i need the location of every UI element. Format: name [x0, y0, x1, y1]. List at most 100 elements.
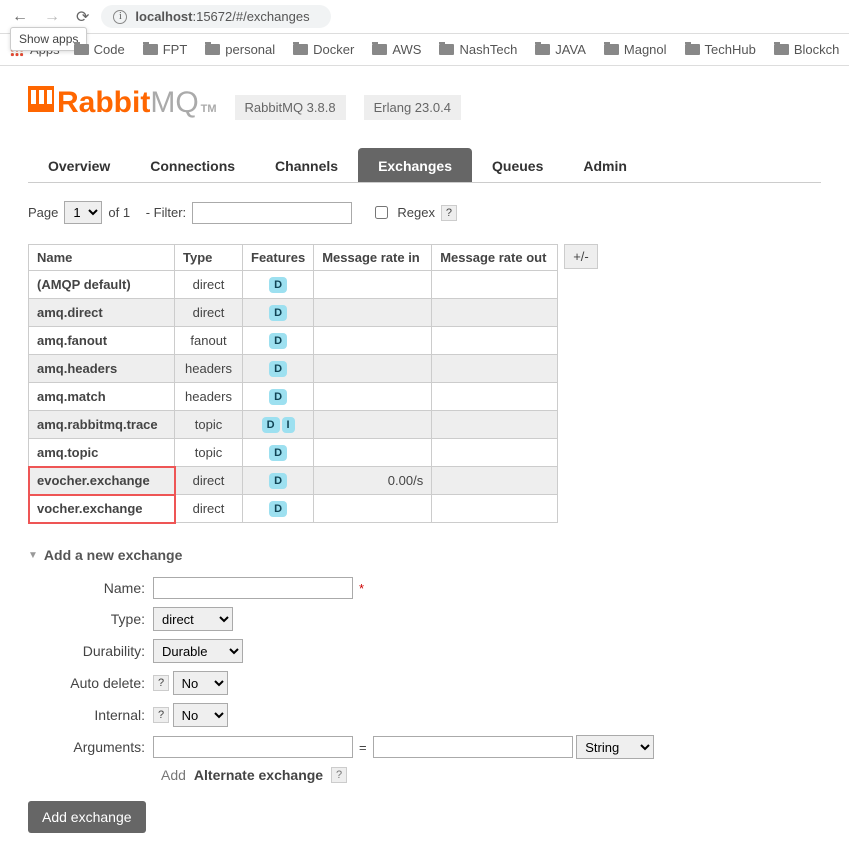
tab-channels[interactable]: Channels: [255, 148, 358, 182]
tab-exchanges[interactable]: Exchanges: [358, 148, 472, 182]
back-button[interactable]: ←: [8, 6, 32, 28]
exchange-features-cell: D: [243, 383, 314, 411]
table-row: amq.fanoutfanout D: [29, 327, 558, 355]
column-header[interactable]: Name: [29, 245, 175, 271]
argument-value-input[interactable]: [373, 736, 573, 758]
argument-key-input[interactable]: [153, 736, 353, 758]
regex-checkbox[interactable]: [375, 206, 388, 219]
rate-in-cell: [314, 439, 432, 467]
internal-select[interactable]: No: [173, 703, 228, 727]
bookmark-folder[interactable]: personal: [205, 42, 275, 57]
rate-in-cell: [314, 495, 432, 523]
tab-overview[interactable]: Overview: [28, 148, 130, 182]
autodelete-help[interactable]: ?: [153, 675, 169, 691]
autodelete-select[interactable]: No: [173, 671, 228, 695]
filter-input[interactable]: [192, 202, 352, 224]
forward-button[interactable]: →: [40, 6, 64, 28]
column-header[interactable]: Features: [243, 245, 314, 271]
bookmark-folder[interactable]: NashTech: [439, 42, 517, 57]
rate-out-cell: [432, 411, 558, 439]
exchange-features-cell: DI: [243, 411, 314, 439]
tab-queues[interactable]: Queues: [472, 148, 563, 182]
add-argument-link[interactable]: Add: [161, 767, 186, 783]
column-header[interactable]: Message rate in: [314, 245, 432, 271]
bookmark-folder[interactable]: Blockch: [774, 42, 839, 57]
table-row: amq.headersheadersD: [29, 355, 558, 383]
bookmark-folder[interactable]: TechHub: [685, 42, 756, 57]
section-title: Add a new exchange: [44, 547, 182, 563]
internal-help[interactable]: ?: [153, 707, 169, 723]
argument-type-select[interactable]: String: [576, 735, 654, 759]
exchange-name-cell[interactable]: amq.direct: [29, 299, 175, 327]
alternate-exchange-link[interactable]: Alternate exchange: [194, 767, 323, 783]
feature-tag: D: [269, 333, 287, 349]
exchange-name-cell[interactable]: amq.rabbitmq.trace: [29, 411, 175, 439]
exchange-name-cell[interactable]: vocher.exchange: [29, 495, 175, 523]
logo-tm: TM: [201, 103, 217, 115]
exchange-name-cell[interactable]: amq.topic: [29, 439, 175, 467]
durability-select[interactable]: Durable: [153, 639, 243, 663]
folder-icon: [604, 44, 619, 55]
rate-in-cell: [314, 411, 432, 439]
rate-in-cell: [314, 355, 432, 383]
version-erlang: Erlang 23.0.4: [364, 95, 461, 120]
add-exchange-section[interactable]: ▼ Add a new exchange: [28, 547, 821, 563]
folder-icon: [372, 44, 387, 55]
internal-label: Internal:: [28, 707, 153, 723]
exchange-type-cell: direct: [175, 271, 243, 299]
rate-out-cell: [432, 327, 558, 355]
exchange-type-cell: fanout: [175, 327, 243, 355]
feature-tag: D: [269, 277, 287, 293]
exchange-type-cell: topic: [175, 439, 243, 467]
table-row: amq.rabbitmq.tracetopicDI: [29, 411, 558, 439]
exchange-name-cell[interactable]: evocher.exchange: [29, 467, 175, 495]
bookmark-folder[interactable]: Magnol: [604, 42, 667, 57]
regex-label: Regex: [397, 205, 435, 220]
name-input[interactable]: [153, 577, 353, 599]
url-bar[interactable]: i localhost:15672/#/exchanges: [101, 5, 331, 28]
site-info-icon[interactable]: i: [113, 10, 127, 24]
exchange-name-cell[interactable]: amq.fanout: [29, 327, 175, 355]
rate-out-cell: [432, 271, 558, 299]
tab-admin[interactable]: Admin: [563, 148, 647, 182]
feature-tag: D: [269, 361, 287, 377]
feature-tag: D: [269, 445, 287, 461]
bookmark-label: TechHub: [705, 42, 756, 57]
columns-toggle[interactable]: +/-: [564, 244, 598, 269]
bookmark-folder[interactable]: AWS: [372, 42, 421, 57]
bookmark-label: Docker: [313, 42, 354, 57]
bookmark-folder[interactable]: FPT: [143, 42, 188, 57]
bookmark-folder[interactable]: Docker: [293, 42, 354, 57]
rate-out-cell: [432, 355, 558, 383]
exchange-name-cell[interactable]: amq.headers: [29, 355, 175, 383]
exchange-name-cell[interactable]: amq.match: [29, 383, 175, 411]
bookmark-folder[interactable]: JAVA: [535, 42, 586, 57]
rate-out-cell: [432, 439, 558, 467]
exchange-features-cell: D: [243, 439, 314, 467]
bookmark-folder[interactable]: Code: [74, 42, 125, 57]
table-row: amq.directdirectD: [29, 299, 558, 327]
alternate-exchange-help[interactable]: ?: [331, 767, 347, 783]
bookmark-label: Blockch: [794, 42, 839, 57]
feature-tag: D: [269, 501, 287, 517]
logo-text-rabbit: Rabbit: [57, 86, 150, 120]
exchange-features-cell: D: [243, 355, 314, 383]
column-header[interactable]: Type: [175, 245, 243, 271]
rate-out-cell: [432, 467, 558, 495]
folder-icon: [205, 44, 220, 55]
bookmark-label: JAVA: [555, 42, 586, 57]
disclosure-triangle-icon: ▼: [28, 550, 38, 561]
exchange-name-cell[interactable]: (AMQP default): [29, 271, 175, 299]
tab-connections[interactable]: Connections: [130, 148, 255, 182]
type-label: Type:: [28, 611, 153, 627]
rate-in-cell: [314, 271, 432, 299]
regex-help[interactable]: ?: [441, 205, 457, 221]
feature-tag: D: [262, 417, 280, 433]
table-row: amq.topictopic D: [29, 439, 558, 467]
type-select[interactable]: direct: [153, 607, 233, 631]
add-exchange-button[interactable]: Add exchange: [28, 801, 146, 833]
page-select[interactable]: 1: [64, 201, 102, 224]
column-header[interactable]: Message rate out: [432, 245, 558, 271]
bookmark-label: Code: [94, 42, 125, 57]
reload-button[interactable]: ⟳: [72, 5, 93, 29]
